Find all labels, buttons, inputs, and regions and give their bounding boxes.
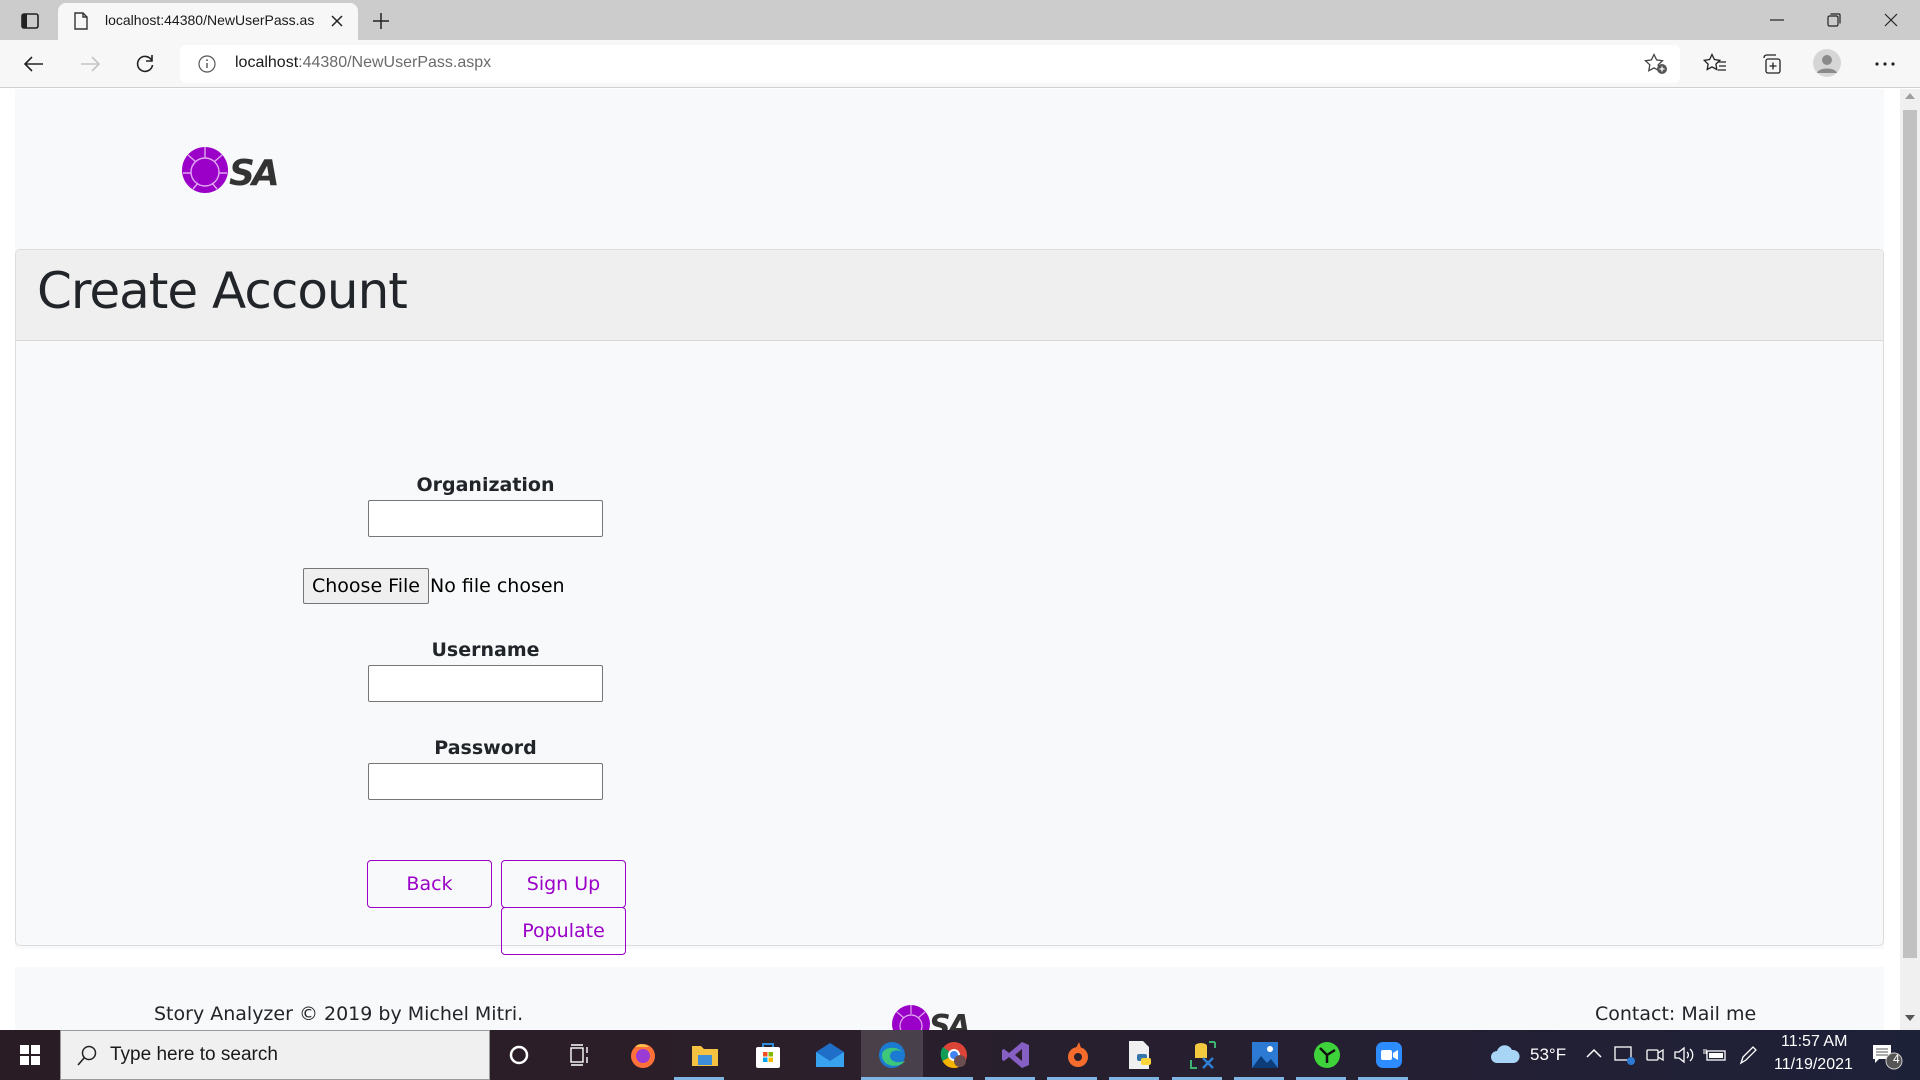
python-file-icon[interactable]: [1109, 1030, 1171, 1080]
vertical-scrollbar[interactable]: [1900, 89, 1920, 1030]
restore-icon[interactable]: [1819, 10, 1849, 30]
password-label: Password: [434, 737, 537, 759]
zoom-icon[interactable]: [1358, 1030, 1420, 1080]
page-title: Create Account: [37, 262, 408, 320]
cortana-icon[interactable]: [488, 1030, 550, 1080]
url-path: :44380/NewUserPass.aspx: [298, 54, 492, 71]
minimize-icon[interactable]: [1762, 10, 1792, 30]
windows-taskbar: Type here to search 53°F 11:57 AM 11/19/…: [0, 1030, 1920, 1080]
windows-start-icon[interactable]: [0, 1030, 60, 1080]
clock-time[interactable]: 11:57 AM: [1781, 1033, 1847, 1051]
visual-studio-icon[interactable]: [985, 1030, 1047, 1080]
taskbar-search-box[interactable]: Type here to search: [60, 1030, 490, 1080]
page-icon: [74, 12, 88, 30]
search-icon: [77, 1045, 97, 1067]
username-input[interactable]: [368, 665, 603, 702]
back-arrow-icon[interactable]: [20, 52, 48, 76]
active-tab[interactable]: localhost:44380/NewUserPass.aspx: [58, 3, 358, 40]
copyright-text: Story Analyzer © 2019 by Michel Mitri.: [154, 1003, 524, 1025]
collections-icon[interactable]: [1756, 51, 1786, 77]
tab-actions-icon[interactable]: [18, 10, 42, 32]
scroll-down-icon[interactable]: [1905, 1015, 1915, 1021]
notification-count: 4: [1893, 1052, 1900, 1066]
tab-title: localhost:44380/NewUserPass.aspx: [105, 12, 315, 28]
page-footer: Story Analyzer © 2019 by Michel Mitri. S…: [15, 967, 1884, 1030]
file-explorer-icon[interactable]: [674, 1030, 736, 1080]
footer-logo: SA: [891, 1002, 977, 1030]
address-bar[interactable]: localhost:44380/NewUserPass.aspx: [180, 45, 1680, 83]
favorites-icon[interactable]: [1700, 51, 1730, 77]
scrollbar-thumb[interactable]: [1903, 110, 1917, 958]
footer-logo-text: SA: [929, 1009, 969, 1030]
edge-icon[interactable]: [861, 1030, 923, 1080]
create-account-card: Create Account Organization Choose File …: [15, 249, 1884, 955]
card-header: Create Account: [16, 250, 1883, 341]
url-host: localhost: [235, 54, 299, 71]
scroll-up-icon[interactable]: [1905, 93, 1915, 99]
forward-arrow-icon[interactable]: [76, 52, 104, 76]
chrome-icon[interactable]: [923, 1030, 985, 1080]
browser-tab-strip: localhost:44380/NewUserPass.aspx: [0, 0, 1920, 40]
logo-text: SA: [229, 153, 277, 194]
sa-logo[interactable]: SA: [181, 145, 285, 195]
profile-avatar-icon[interactable]: [1812, 48, 1842, 78]
origin-icon[interactable]: [1047, 1030, 1109, 1080]
microsoft-store-icon[interactable]: [737, 1030, 799, 1080]
firefox-icon[interactable]: [612, 1030, 674, 1080]
password-input[interactable]: [368, 763, 603, 800]
chevron-up-icon[interactable]: [1586, 1048, 1602, 1058]
battery-icon[interactable]: [1703, 1045, 1727, 1065]
camera-icon[interactable]: [1645, 1045, 1665, 1065]
info-icon[interactable]: [198, 55, 216, 73]
main-container: SA Create Account Organization Choose Fi…: [15, 89, 1884, 955]
weather-temperature[interactable]: 53°F: [1530, 1045, 1566, 1065]
mail-icon[interactable]: [799, 1030, 861, 1080]
sync-status-icon[interactable]: [1614, 1044, 1636, 1066]
file-status-text: No file chosen: [430, 575, 565, 597]
search-placeholder: Type here to search: [110, 1044, 278, 1065]
weather-cloud-icon[interactable]: [1490, 1044, 1520, 1064]
plus-icon[interactable]: [368, 8, 394, 34]
url-text[interactable]: localhost:44380/NewUserPass.aspx: [235, 54, 491, 72]
clock-date[interactable]: 11/19/2021: [1774, 1056, 1853, 1074]
close-window-icon[interactable]: [1876, 10, 1906, 30]
sign-up-button[interactable]: Sign Up: [501, 860, 626, 908]
close-icon[interactable]: [328, 12, 346, 30]
pen-icon[interactable]: [1738, 1044, 1760, 1066]
green-app-icon[interactable]: [1296, 1030, 1358, 1080]
browser-toolbar: localhost:44380/NewUserPass.aspx: [0, 40, 1920, 88]
back-button[interactable]: Back: [367, 860, 492, 908]
star-add-icon[interactable]: [1644, 53, 1668, 75]
contact-link[interactable]: Contact: Mail me: [1595, 1003, 1756, 1025]
page-viewport: SA Create Account Organization Choose Fi…: [0, 89, 1900, 1030]
username-label: Username: [431, 639, 540, 661]
choose-file-button[interactable]: Choose File: [303, 568, 429, 604]
photos-icon[interactable]: [1234, 1030, 1296, 1080]
notifications-icon[interactable]: 4: [1868, 1043, 1908, 1071]
sql-tools-icon[interactable]: [1172, 1030, 1234, 1080]
volume-icon[interactable]: [1673, 1045, 1695, 1065]
more-icon[interactable]: [1870, 51, 1900, 77]
task-view-icon[interactable]: [549, 1030, 611, 1080]
refresh-icon[interactable]: [131, 52, 159, 76]
populate-button[interactable]: Populate: [501, 907, 626, 955]
organization-input[interactable]: [368, 500, 603, 537]
organization-label: Organization: [416, 474, 555, 496]
